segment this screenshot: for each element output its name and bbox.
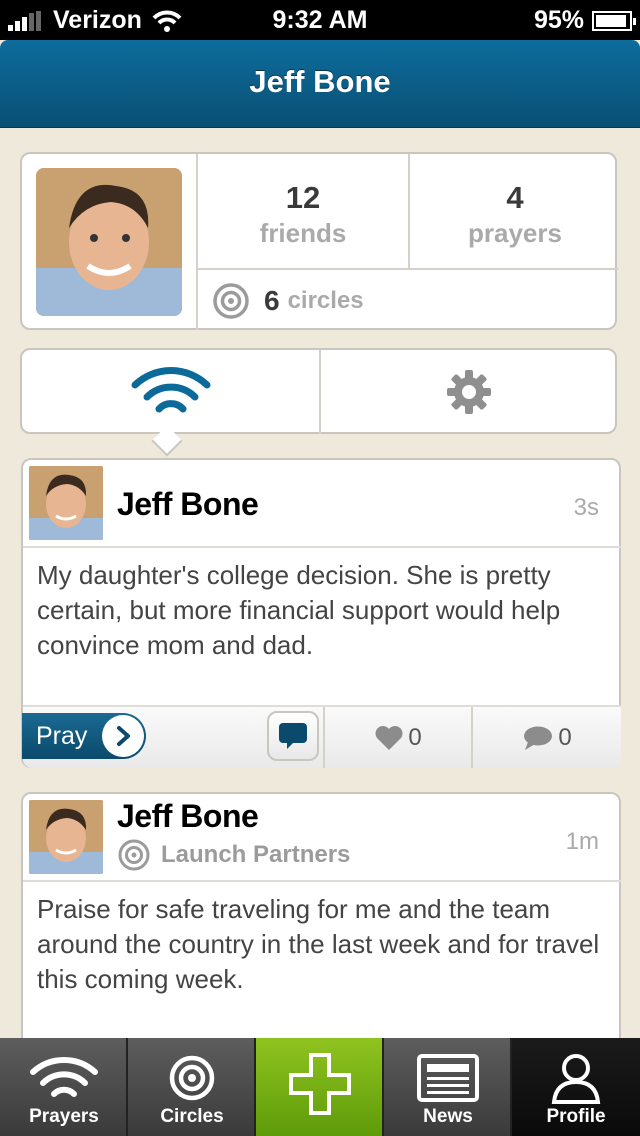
add-comment-button[interactable] bbox=[267, 711, 319, 761]
target-icon bbox=[213, 283, 249, 319]
person-icon bbox=[551, 1054, 601, 1104]
circle-name: Launch Partners bbox=[161, 841, 351, 868]
add-prayer-button[interactable] bbox=[256, 1038, 384, 1136]
post-author[interactable]: Jeff Bone bbox=[117, 798, 259, 835]
nav-bar: Jeff Bone bbox=[0, 40, 640, 128]
circles-stat[interactable]: 6 circles bbox=[212, 282, 364, 320]
tab-label: Prayers bbox=[29, 1106, 99, 1127]
pray-button[interactable]: Pray bbox=[22, 713, 146, 759]
tab-profile[interactable]: Profile bbox=[512, 1038, 640, 1136]
profile-card: 12 friends 4 prayers 6 circles bbox=[20, 152, 620, 330]
prayer-post: Jeff Bone 3s My daughter's college decis… bbox=[21, 458, 621, 768]
like-count: 0 bbox=[408, 723, 422, 751]
comment-icon bbox=[524, 726, 553, 750]
gear-icon bbox=[447, 370, 491, 414]
divider bbox=[23, 880, 621, 882]
status-bar: Verizon 9:32 AM 95% bbox=[0, 0, 640, 40]
post-timestamp: 3s bbox=[573, 494, 599, 521]
tab-feed[interactable] bbox=[22, 350, 319, 434]
avatar-photo bbox=[29, 800, 103, 874]
battery-icon bbox=[592, 10, 636, 31]
prayers-stat[interactable]: 4 prayers bbox=[410, 180, 620, 249]
circles-label: circles bbox=[287, 287, 364, 314]
post-body: Praise for safe traveling for me and the… bbox=[37, 894, 600, 994]
tab-label: News bbox=[423, 1106, 473, 1127]
tab-settings[interactable] bbox=[321, 350, 617, 434]
tab-label: Profile bbox=[546, 1106, 606, 1127]
tab-label: Circles bbox=[160, 1106, 224, 1127]
tab-news[interactable]: News bbox=[384, 1038, 512, 1136]
divider bbox=[23, 546, 621, 548]
chevron-right-icon bbox=[102, 715, 144, 757]
heart-icon bbox=[375, 725, 403, 750]
tab-circles[interactable]: Circles bbox=[128, 1038, 256, 1136]
friends-stat[interactable]: 12 friends bbox=[198, 180, 408, 249]
avatar[interactable] bbox=[36, 168, 182, 316]
battery-percent: 95% bbox=[533, 6, 584, 34]
friends-label: friends bbox=[259, 218, 347, 248]
newspaper-icon bbox=[417, 1054, 479, 1102]
avatar-photo bbox=[36, 168, 182, 316]
prayers-count: 4 bbox=[506, 180, 524, 215]
prayers-label: prayers bbox=[468, 218, 562, 248]
avatar[interactable] bbox=[29, 800, 103, 874]
post-body: My daughter's college decision. She is p… bbox=[37, 560, 561, 660]
battery-status: 95% bbox=[533, 6, 636, 35]
comments-button[interactable]: 0 bbox=[473, 707, 621, 768]
target-icon bbox=[169, 1055, 215, 1101]
comment-count: 0 bbox=[558, 723, 572, 751]
pray-label: Pray bbox=[36, 722, 88, 750]
post-actions: Pray 0 0 bbox=[22, 705, 621, 768]
tab-prayers[interactable]: Prayers bbox=[0, 1038, 128, 1136]
like-button[interactable]: 0 bbox=[325, 707, 471, 768]
friends-count: 12 bbox=[285, 180, 321, 215]
speech-bubble-icon bbox=[279, 723, 307, 749]
circles-count: 6 bbox=[264, 285, 280, 316]
wifi-icon bbox=[30, 1057, 98, 1097]
target-icon bbox=[118, 839, 150, 871]
avatar[interactable] bbox=[29, 466, 103, 540]
page-title: Jeff Bone bbox=[249, 64, 391, 99]
post-timestamp: 1m bbox=[565, 828, 599, 855]
post-author[interactable]: Jeff Bone bbox=[117, 486, 259, 523]
profile-segment-control bbox=[20, 348, 617, 457]
wifi-feed-icon bbox=[131, 367, 210, 413]
divider bbox=[198, 268, 618, 270]
post-circle[interactable]: Launch Partners bbox=[117, 838, 350, 872]
avatar-photo bbox=[29, 466, 103, 540]
tab-bar: Prayers Circles News Profile bbox=[0, 1038, 640, 1136]
plus-icon bbox=[289, 1053, 351, 1115]
